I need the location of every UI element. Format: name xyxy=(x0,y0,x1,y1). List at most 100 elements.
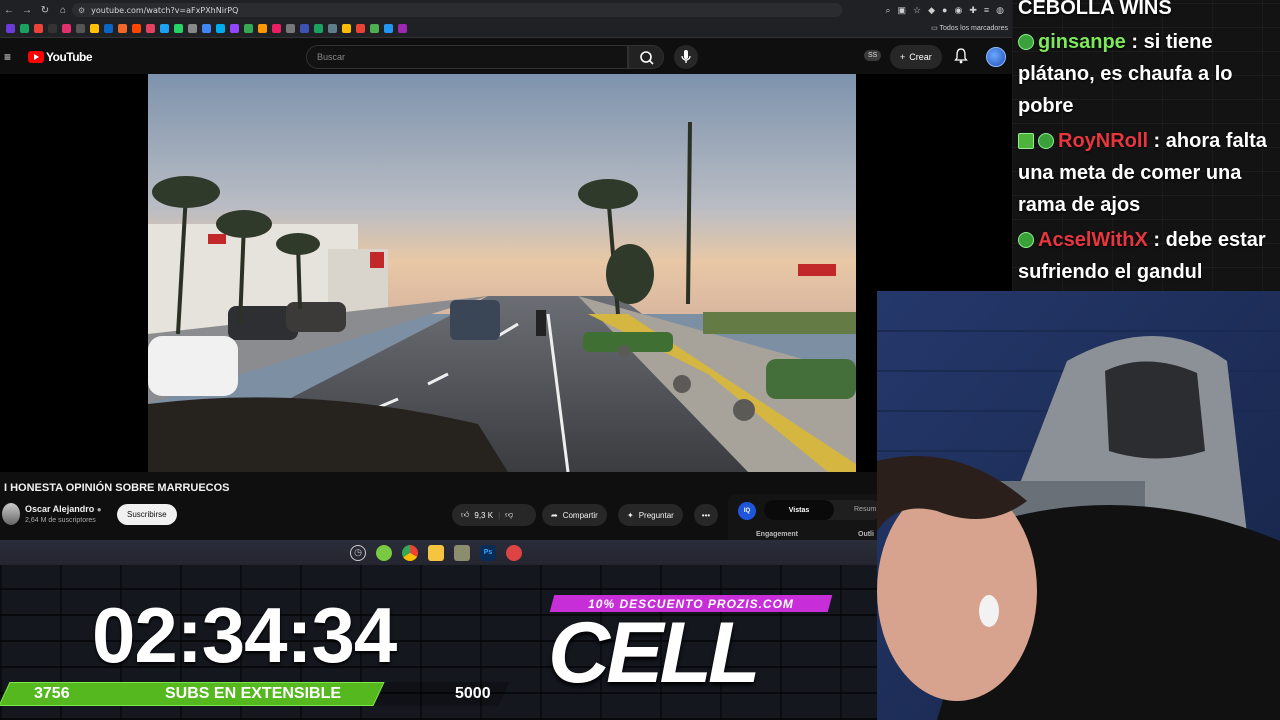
bookmark-icon[interactable] xyxy=(398,24,407,33)
site-info-icon[interactable]: ⚙ xyxy=(78,6,85,15)
stream-timer: 02:34:34 xyxy=(92,591,397,679)
microphone-icon xyxy=(681,50,691,63)
subgoal-target: 5000 xyxy=(455,685,491,702)
youtube-play-icon xyxy=(28,51,44,63)
bookmark-icon[interactable] xyxy=(342,24,351,33)
bookmark-icon[interactable] xyxy=(20,24,29,33)
bookmark-icon[interactable] xyxy=(370,24,379,33)
all-bookmarks-folder[interactable]: ▭ Todos los marcadores xyxy=(931,24,1008,32)
minecraft-icon[interactable] xyxy=(454,544,470,561)
notifications-bell-icon[interactable] xyxy=(954,48,968,64)
chat-panel: CEBOLLA WINS ginsanpe : si tiene plátano… xyxy=(1012,0,1280,292)
clock-app-icon[interactable]: ◷ xyxy=(350,544,366,561)
webcam-scene xyxy=(877,291,1280,720)
search-icon xyxy=(640,51,654,65)
bookmark-icon[interactable] xyxy=(160,24,169,33)
header-badge[interactable]: SS xyxy=(864,50,882,61)
bookmark-icon[interactable] xyxy=(174,24,183,33)
menu-icon[interactable]: ≡ xyxy=(984,5,989,15)
bookmark-icon[interactable] xyxy=(202,24,211,33)
bookmark-icon[interactable] xyxy=(146,24,155,33)
video-player[interactable] xyxy=(148,74,856,472)
bookmark-icon[interactable] xyxy=(76,24,85,33)
tab-vistas[interactable]: Vistas xyxy=(764,500,834,520)
bookmark-star-icon[interactable]: ☆ xyxy=(913,5,921,16)
bookmark-icon[interactable] xyxy=(34,24,43,33)
extensions-puzzle-icon[interactable]: ✚ xyxy=(969,5,977,16)
extension-icon[interactable]: ◉ xyxy=(954,5,962,16)
search-button[interactable] xyxy=(628,45,664,69)
bookmark-icon[interactable] xyxy=(300,24,309,33)
youtube-logo[interactable]: YouTube xyxy=(28,50,93,64)
bookmark-icon[interactable] xyxy=(90,24,99,33)
chrome-icon[interactable] xyxy=(402,544,418,561)
channel-name[interactable]: Oscar Alejandro ● xyxy=(25,504,102,514)
install-icon[interactable]: ▣ xyxy=(898,5,907,16)
chat-username[interactable]: ginsanpe xyxy=(1038,31,1126,53)
extension-icon[interactable]: ● xyxy=(942,5,947,15)
bookmark-icon[interactable] xyxy=(356,24,365,33)
bookmark-icon[interactable] xyxy=(188,24,197,33)
account-avatar[interactable] xyxy=(986,47,1006,67)
file-explorer-icon[interactable] xyxy=(428,544,444,561)
back-icon[interactable]: ← xyxy=(0,5,18,16)
bookmark-icon[interactable] xyxy=(230,24,239,33)
bookmark-icon[interactable] xyxy=(118,24,127,33)
search-input[interactable]: Buscar xyxy=(306,45,628,69)
stream-layout: ← → ↻ ⌂ ⚙ youtube.com/watch?v=aFxPXhNirP… xyxy=(0,0,1280,720)
photoshop-icon[interactable]: Ps xyxy=(480,544,496,561)
profile-icon[interactable]: ◍ xyxy=(996,5,1004,16)
chat-username[interactable]: AcselWithX xyxy=(1038,229,1148,251)
bookmark-icon[interactable] xyxy=(104,24,113,33)
menu-hamburger-icon[interactable]: ≡ xyxy=(4,50,11,64)
subgoal-label: SUBS EN EXTENSIBLE xyxy=(165,685,342,702)
forward-icon[interactable]: → xyxy=(18,5,36,16)
bookmark-icon[interactable] xyxy=(48,24,57,33)
bookmark-icon[interactable] xyxy=(328,24,337,33)
chat-username[interactable]: RoyNRoll xyxy=(1058,130,1148,152)
subscribe-button[interactable]: Suscribirse xyxy=(117,504,177,525)
reload-icon[interactable]: ↻ xyxy=(36,5,54,16)
dislike-icon[interactable]: 👎︎ xyxy=(505,510,513,520)
bookmark-icon[interactable] xyxy=(132,24,141,33)
bookmark-icon[interactable] xyxy=(244,24,253,33)
like-icon[interactable]: 👍︎ xyxy=(461,510,469,520)
bookmark-icon[interactable] xyxy=(286,24,295,33)
ask-button[interactable]: ✦ Preguntar xyxy=(618,504,683,526)
zoom-icon[interactable]: ⌕ xyxy=(885,5,890,16)
webcam-feed xyxy=(877,291,1280,720)
player-letterbox-left xyxy=(0,74,148,472)
subgoal-current: 3756 xyxy=(34,685,70,702)
voice-search-button[interactable] xyxy=(674,45,698,69)
address-bar[interactable]: ⚙ youtube.com/watch?v=aFxPXhNirPQ xyxy=(72,3,842,17)
bookmark-icon[interactable] xyxy=(314,24,323,33)
metric-outliers: Outli xyxy=(858,531,874,538)
bookmark-icon[interactable] xyxy=(384,24,393,33)
bookmark-icon[interactable] xyxy=(272,24,281,33)
bookmarks-bar: ▭ Todos los marcadores xyxy=(0,20,1012,38)
youtube-logo-text: YouTube xyxy=(46,50,93,64)
all-bookmarks-label: Todos los marcadores xyxy=(939,25,1008,32)
metric-engagement: Engagement xyxy=(756,531,799,538)
tab-resumen[interactable]: Resum xyxy=(854,506,876,513)
extension-icon[interactable]: ◆ xyxy=(928,5,935,16)
home-icon[interactable]: ⌂ xyxy=(54,5,72,16)
channel-subscriber-count: 2,64 M de suscriptores xyxy=(25,517,96,524)
sparkle-icon: ✦ xyxy=(627,510,634,520)
like-count[interactable]: 9,3 K xyxy=(474,511,493,520)
chat-message: CEBOLLA WINS xyxy=(1018,0,1280,24)
bookmark-icon[interactable] xyxy=(216,24,225,33)
app-icon[interactable] xyxy=(506,544,522,561)
iq-badge[interactable]: IQ xyxy=(738,502,756,520)
bookmark-icon[interactable] xyxy=(62,24,71,33)
android-app-icon[interactable] xyxy=(376,544,392,561)
ask-label: Preguntar xyxy=(638,510,674,520)
share-icon: ➦ xyxy=(551,510,558,520)
more-actions-button[interactable]: ••• xyxy=(694,504,718,526)
share-button[interactable]: ➦ Compartir xyxy=(542,504,607,526)
channel-avatar[interactable] xyxy=(2,503,20,525)
chat-message: RoyNRoll : ahora falta una meta de comer… xyxy=(1018,130,1267,216)
bookmark-icon[interactable] xyxy=(258,24,267,33)
bookmark-icon[interactable] xyxy=(6,24,15,33)
create-button[interactable]: + Crear xyxy=(890,45,942,69)
